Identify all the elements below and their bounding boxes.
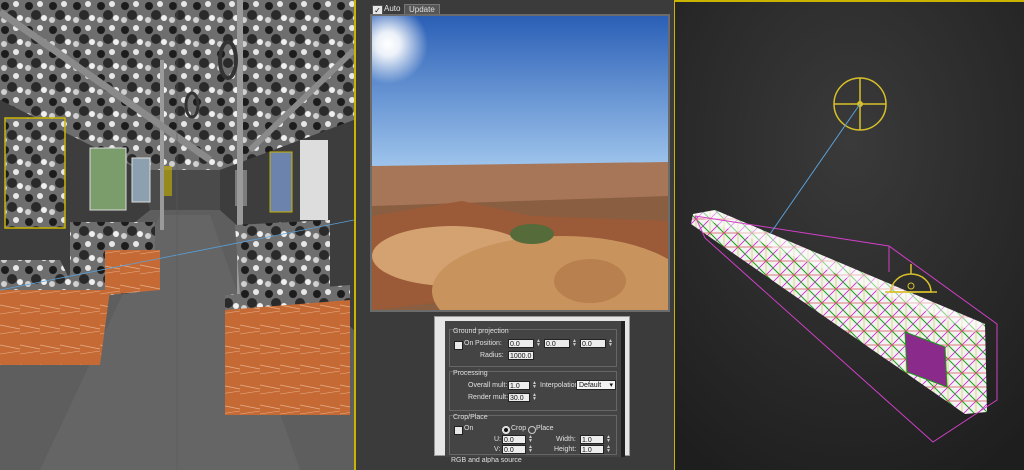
overall-mult-spinner[interactable]: ▲ ▼ <box>532 381 537 390</box>
ground-projection-group: Ground projection On Position: 0.0 ▲ ▼ 0.… <box>449 328 617 367</box>
position-x-field[interactable]: 0.0 <box>508 339 534 348</box>
u-field[interactable]: 0.0 <box>502 435 526 444</box>
render-mult-label: Render mult: <box>468 394 509 401</box>
perspective-viewport-interior[interactable] <box>0 0 356 470</box>
ground-projection-title: Ground projection <box>453 328 509 335</box>
interpolation-label: Interpolation: <box>540 382 581 389</box>
preview-toolbar: ✓ Auto Update <box>10 2 670 16</box>
v-spinner[interactable]: ▲ ▼ <box>528 445 533 454</box>
rollout-scrollbar[interactable] <box>621 321 625 457</box>
ground-projection-on-checkbox[interactable] <box>454 341 463 350</box>
processing-group: Processing Overall mult: 1.0 ▲ ▼ Render m… <box>449 370 617 411</box>
auto-label: Auto <box>384 4 401 13</box>
panorama-image <box>372 16 668 310</box>
crop-place-on-label: On <box>464 425 474 432</box>
crop-place-title: Crop/Place <box>453 414 488 421</box>
position-z-spinner[interactable]: ▲ ▼ <box>608 339 613 348</box>
crop-place-on-checkbox[interactable] <box>454 426 463 435</box>
ground-projection-on-label: On <box>464 340 474 347</box>
crop-radio[interactable] <box>502 426 510 434</box>
environment-preview <box>370 14 670 312</box>
position-x-spinner[interactable]: ▲ ▼ <box>536 339 541 348</box>
interpolation-dropdown[interactable]: Default ▾ <box>576 380 616 390</box>
rgb-alpha-section-title: RGB and alpha source <box>451 457 522 463</box>
crop-place-group: Crop/Place On Crop Place U: 0.0 ▲ ▼ V: 0.… <box>449 414 617 455</box>
chevron-down-icon: ▾ <box>609 382 613 389</box>
render-mult-spinner[interactable]: ▲ ▼ <box>532 393 537 402</box>
crop-label: Crop <box>511 425 527 432</box>
height-field[interactable]: 1.0 <box>580 445 604 454</box>
overall-mult-label: Overall mult: <box>468 382 508 389</box>
v-field[interactable]: 0.0 <box>502 445 526 454</box>
height-spinner[interactable]: ▲ ▼ <box>606 445 611 454</box>
rollout-content: Ground projection On Position: 0.0 ▲ ▼ 0.… <box>445 321 621 463</box>
radius-field[interactable]: 1000.0 <box>508 351 534 360</box>
width-spinner[interactable]: ▲ ▼ <box>606 435 611 444</box>
perspective-viewport-wireframe[interactable] <box>674 0 1024 470</box>
position-label: Position: <box>475 340 502 347</box>
wireframe-scene <box>675 2 1024 470</box>
interpolation-value: Default <box>579 382 602 389</box>
radius-label: Radius: <box>480 352 504 359</box>
height-label: Height: <box>554 446 577 453</box>
v-label: V: <box>494 446 501 453</box>
rollout-panel: Ground projection On Position: 0.0 ▲ ▼ 0.… <box>434 316 630 463</box>
width-field[interactable]: 1.0 <box>580 435 604 444</box>
processing-title: Processing <box>453 370 488 377</box>
place-label: Place <box>536 425 554 432</box>
u-spinner[interactable]: ▲ ▼ <box>528 435 533 444</box>
interior-render <box>0 0 354 470</box>
overall-mult-field[interactable]: 1.0 <box>508 381 530 390</box>
position-z-field[interactable]: 0.0 <box>580 339 606 348</box>
width-label: Width: <box>556 436 576 443</box>
place-radio[interactable] <box>528 426 536 434</box>
render-mult-field[interactable]: 30.0 <box>508 393 530 402</box>
position-y-spinner[interactable]: ▲ ▼ <box>572 339 577 348</box>
u-label: U: <box>494 436 501 443</box>
position-y-field[interactable]: 0.0 <box>544 339 570 348</box>
